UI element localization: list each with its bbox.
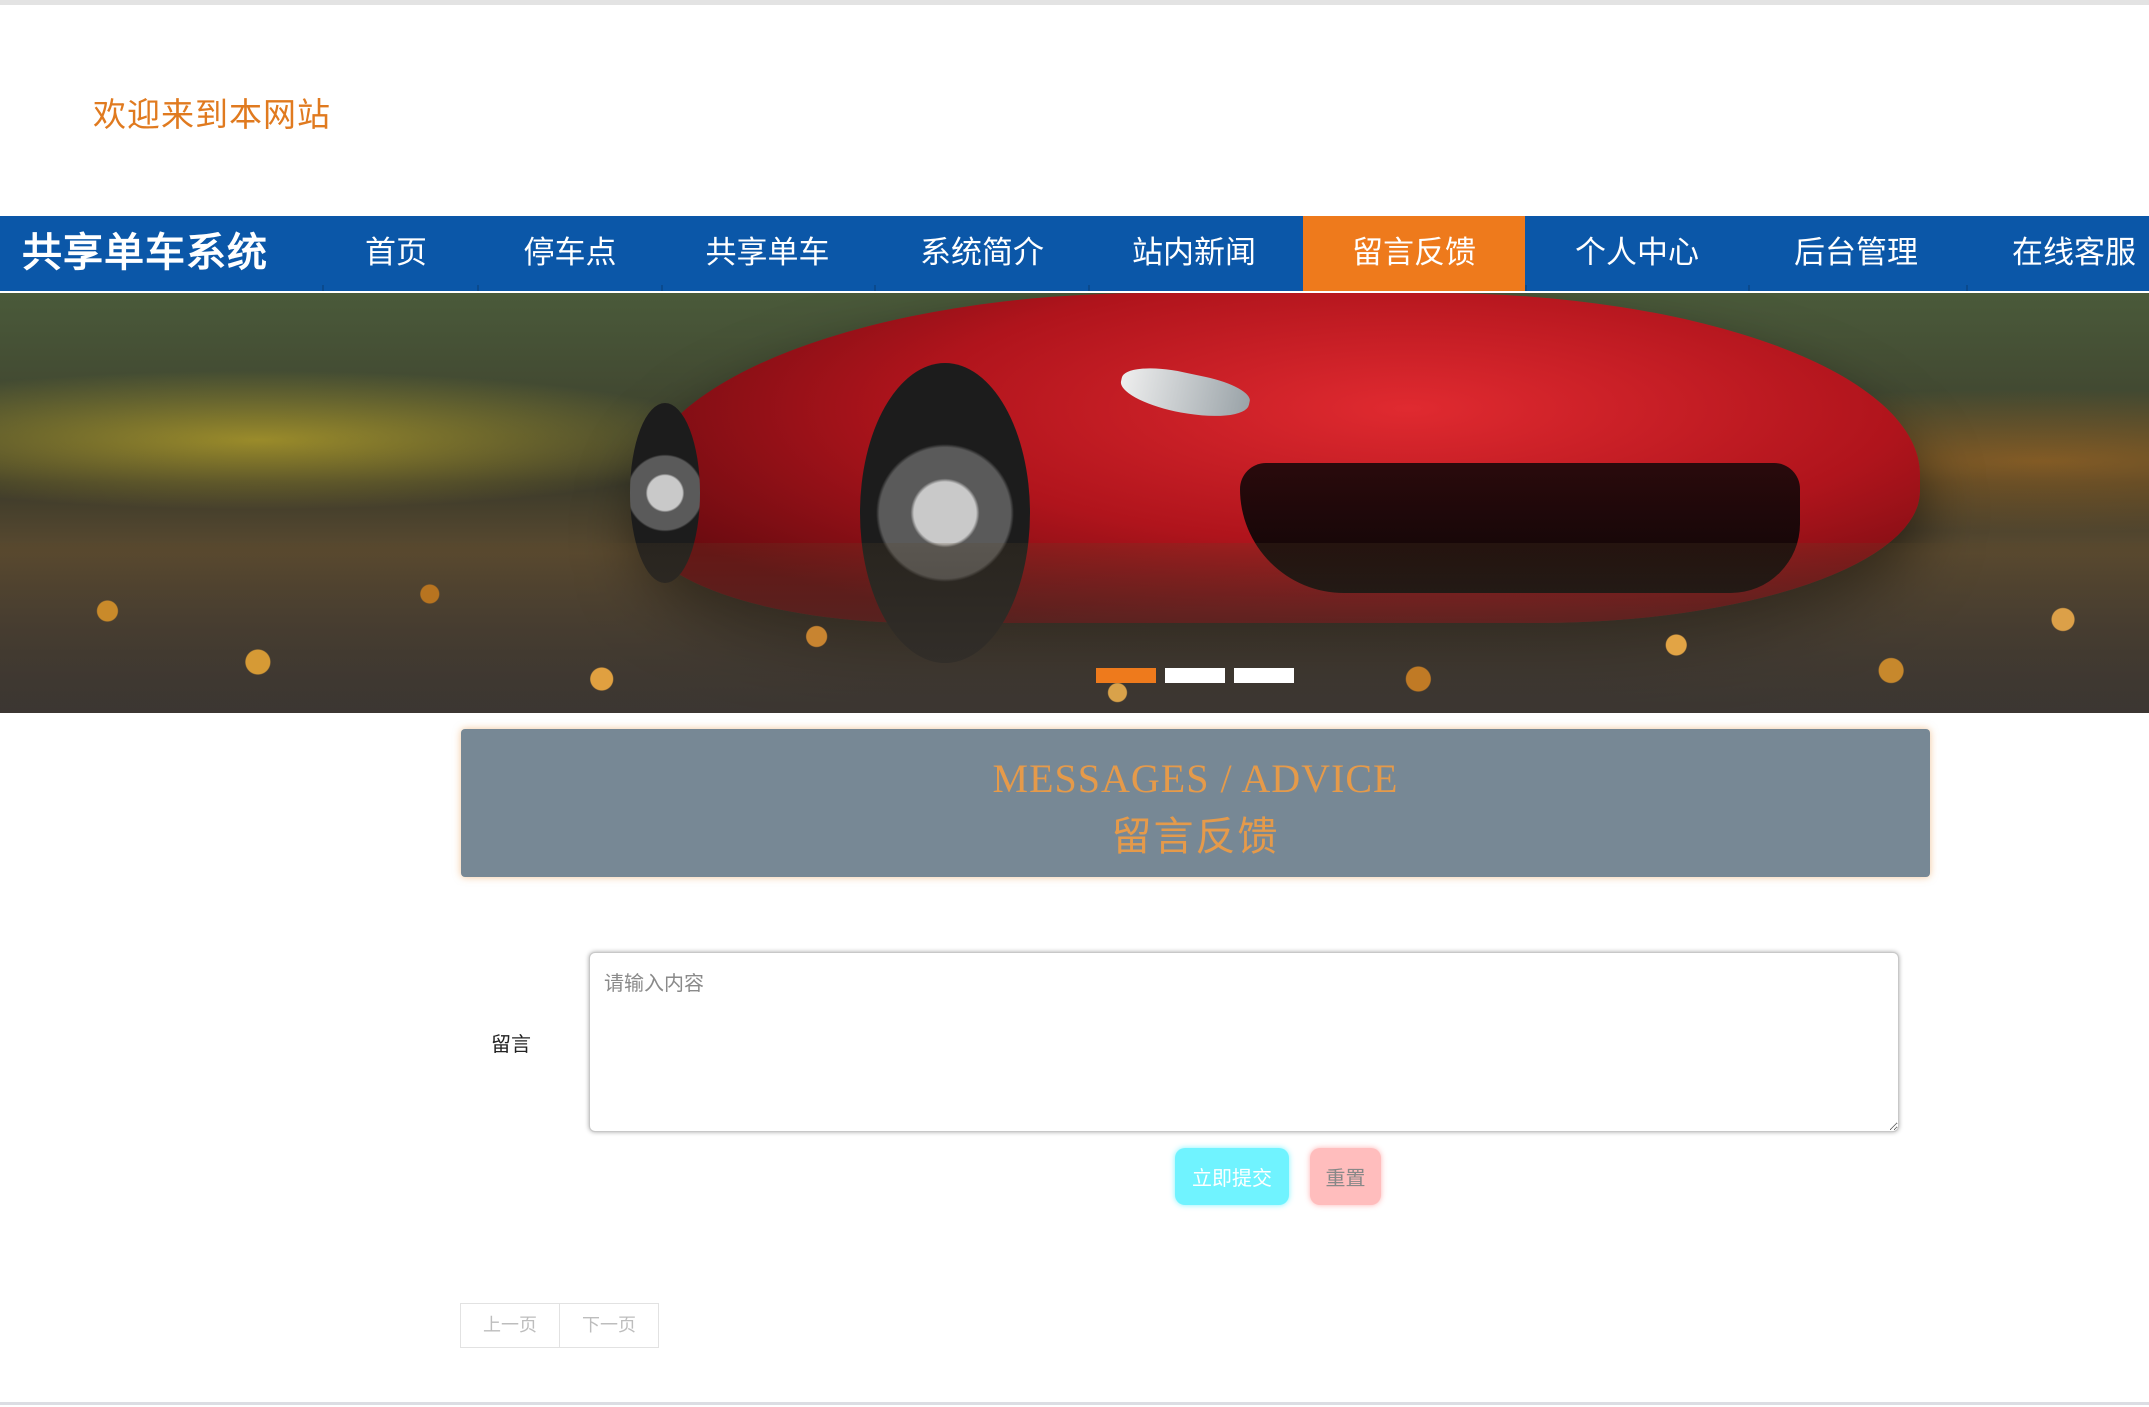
- nav-item-admin[interactable]: 后台管理: [1750, 216, 1962, 291]
- carousel-dot-1[interactable]: [1096, 668, 1156, 683]
- nav-separator: [477, 285, 479, 291]
- submit-button[interactable]: 立即提交: [1175, 1148, 1289, 1205]
- bottom-divider: [0, 1402, 2149, 1405]
- top-divider: [0, 0, 2149, 5]
- nav-item-home[interactable]: 首页: [323, 216, 469, 291]
- carousel-dot-2[interactable]: [1165, 668, 1225, 683]
- carousel-indicators: [1096, 668, 1294, 683]
- nav-item-online-service[interactable]: 在线客服: [1968, 216, 2149, 291]
- message-label: 留言: [491, 1032, 531, 1056]
- nav-item-parking[interactable]: 停车点: [479, 216, 661, 291]
- section-title-cn: 留言反馈: [1111, 814, 1280, 859]
- welcome-text: 欢迎来到本网站: [93, 95, 331, 134]
- message-textarea[interactable]: [589, 952, 1899, 1132]
- nav-item-news[interactable]: 站内新闻: [1090, 216, 1298, 291]
- nav-item-system-intro[interactable]: 系统简介: [878, 216, 1086, 291]
- site-brand[interactable]: 共享单车系统: [22, 216, 268, 291]
- main-navbar: 共享单车系统 首页 停车点 共享单车 系统简介 站内新闻 留言反馈 个人中心 后…: [0, 216, 2149, 291]
- nav-item-personal-center[interactable]: 个人中心: [1526, 216, 1748, 291]
- prev-page-button[interactable]: 上一页: [460, 1303, 560, 1348]
- next-page-button[interactable]: 下一页: [559, 1303, 659, 1348]
- section-title-box: MESSAGES / ADVICE 留言反馈: [461, 729, 1930, 877]
- hero-banner: [0, 293, 2149, 713]
- nav-separator: [1966, 285, 1968, 291]
- carousel-dot-3[interactable]: [1234, 668, 1294, 683]
- nav-separator: [1525, 285, 1527, 291]
- nav-separator: [322, 285, 324, 291]
- pagination: 上一页 下一页: [460, 1303, 659, 1348]
- nav-separator: [1748, 285, 1750, 291]
- nav-separator: [1088, 285, 1090, 291]
- nav-separator: [661, 285, 663, 291]
- nav-separator: [874, 285, 876, 291]
- banner-leaves: [0, 543, 2149, 713]
- nav-item-shared-bikes[interactable]: 共享单车: [665, 216, 870, 291]
- nav-item-feedback[interactable]: 留言反馈: [1303, 216, 1525, 291]
- section-title-en: MESSAGES / ADVICE: [992, 756, 1399, 801]
- reset-button[interactable]: 重置: [1310, 1148, 1381, 1205]
